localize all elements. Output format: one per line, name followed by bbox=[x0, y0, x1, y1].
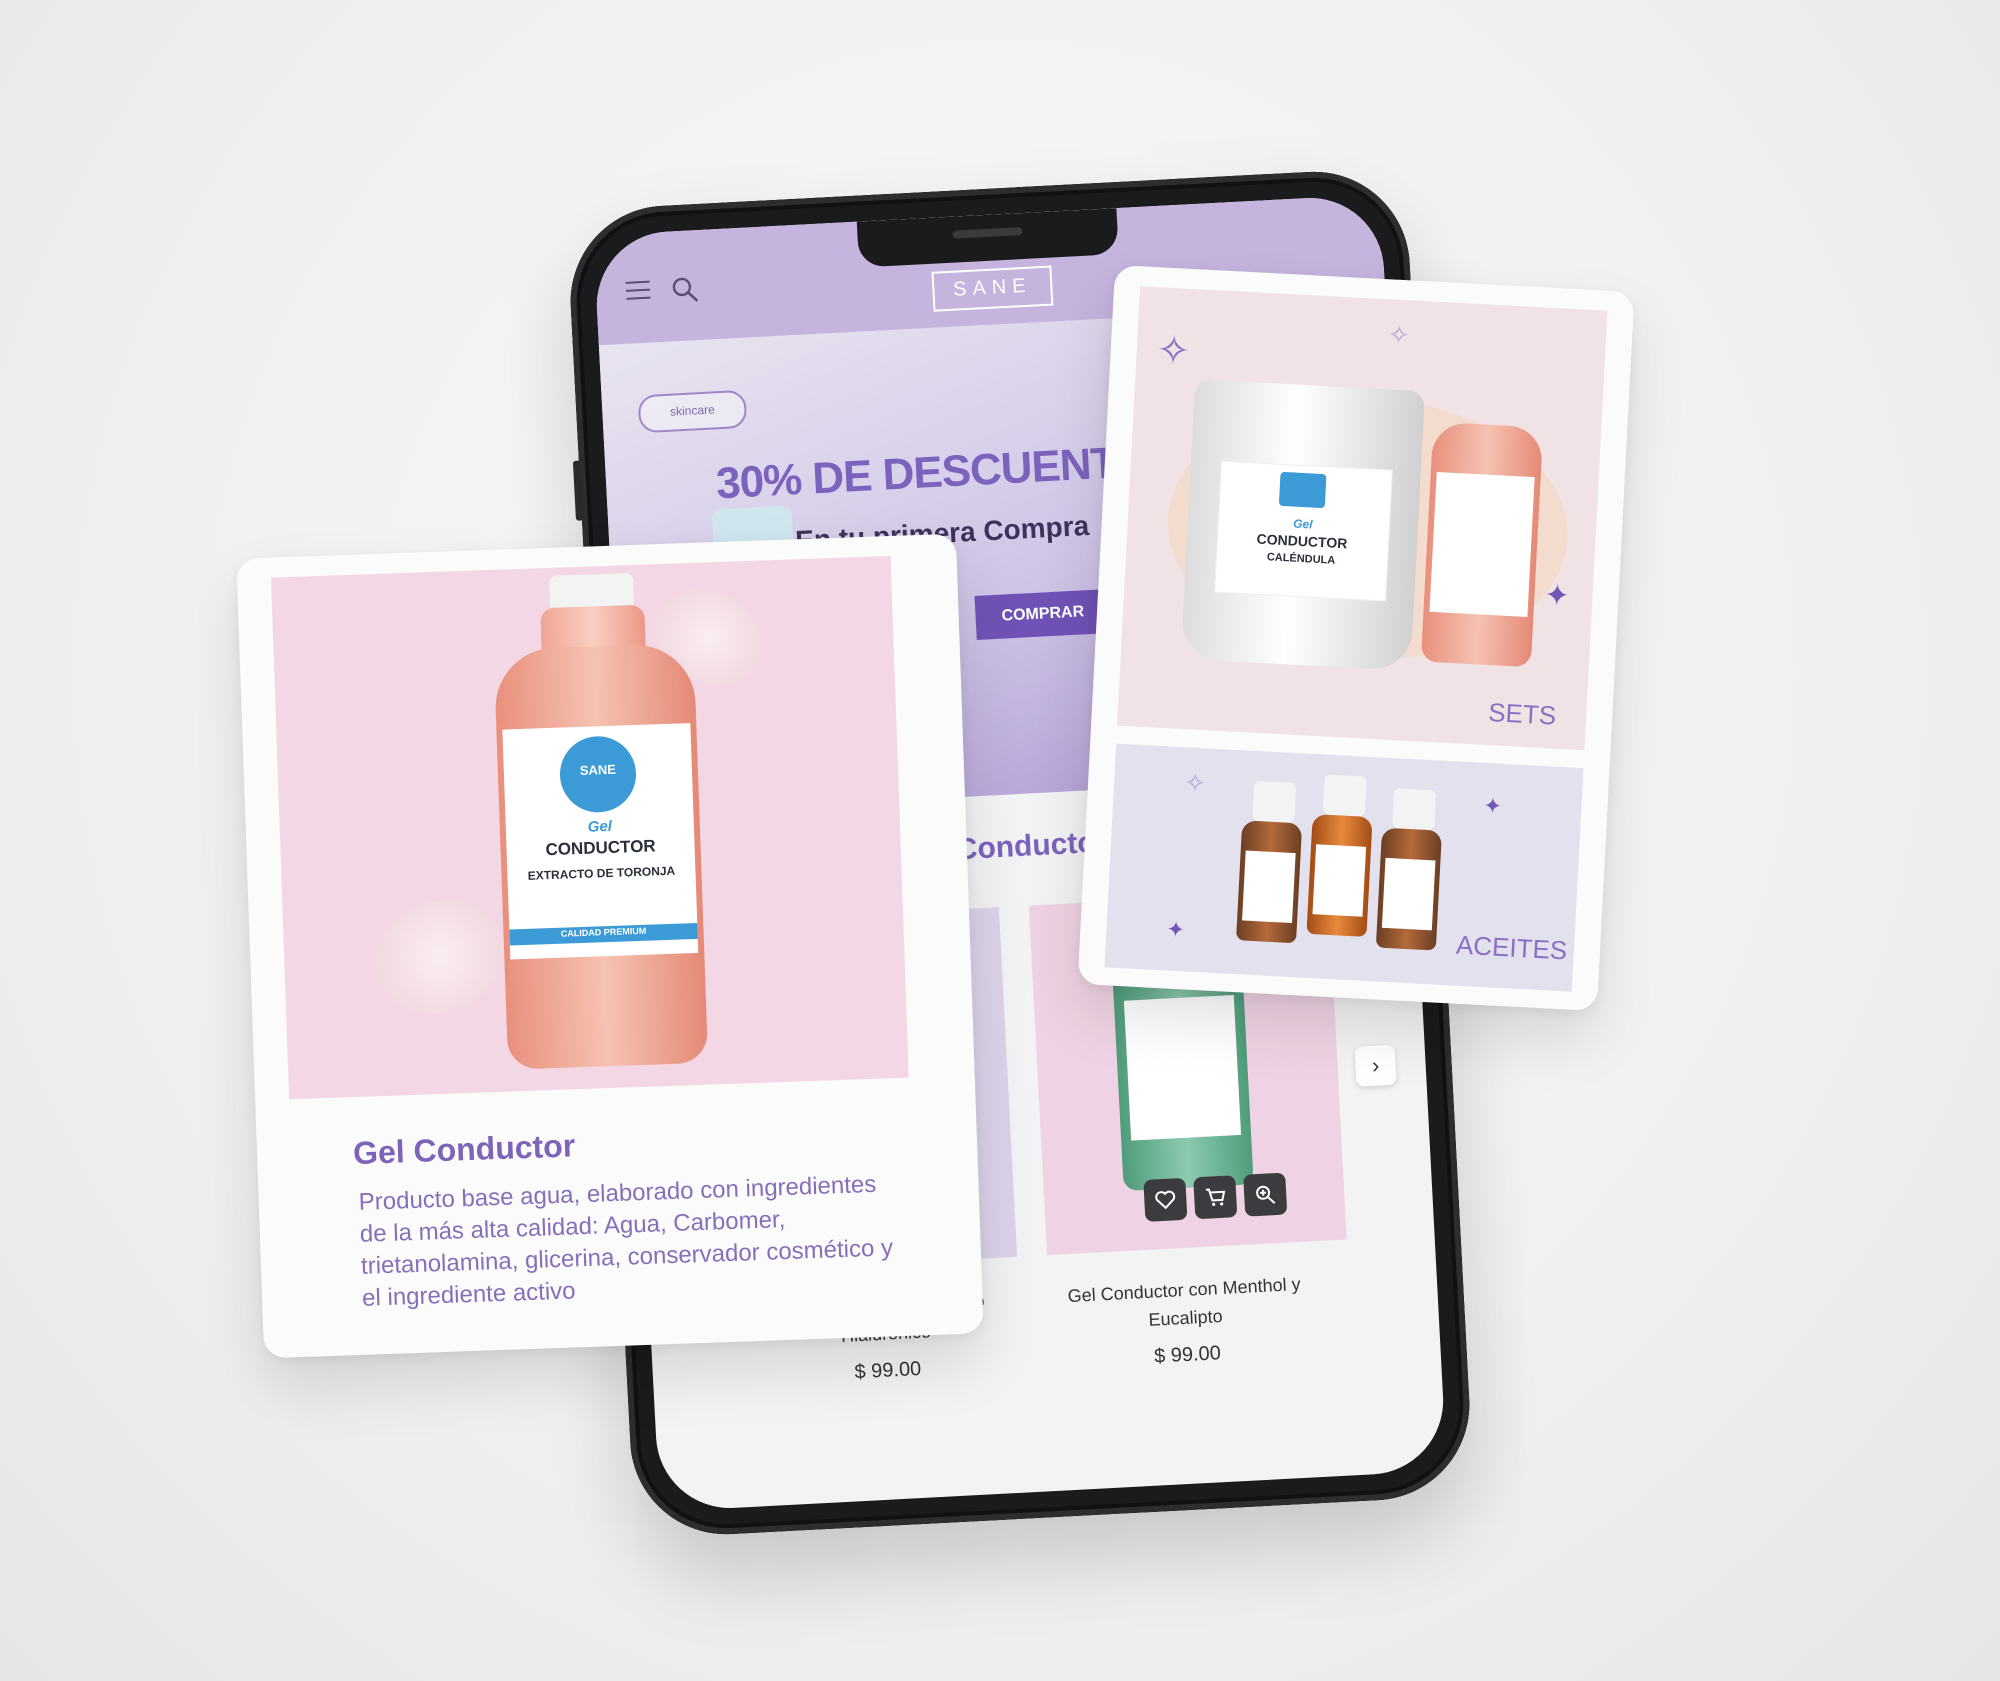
oil-cap bbox=[1252, 780, 1297, 828]
oil-cap bbox=[1391, 788, 1437, 835]
category-oils[interactable]: ✦ ✦ ✧ ACEITES bbox=[1104, 743, 1584, 992]
product-bottle-label bbox=[1123, 995, 1242, 1141]
skincare-pill[interactable]: skincare bbox=[637, 389, 748, 434]
heart-icon[interactable] bbox=[1143, 1177, 1188, 1222]
sparkle-icon: ✧ bbox=[1387, 319, 1411, 351]
hamburger-icon[interactable] bbox=[625, 280, 651, 300]
category-oils-label[interactable]: ACEITES bbox=[1455, 930, 1568, 967]
cart-icon[interactable] bbox=[1193, 1175, 1238, 1220]
sparkle-icon: ✦ bbox=[1482, 792, 1503, 819]
feature-description: Producto base agua, elaborado con ingred… bbox=[358, 1170, 894, 1312]
search-icon[interactable] bbox=[669, 274, 698, 303]
sparkle-icon: ✧ bbox=[1155, 328, 1192, 374]
product-price: $ 99.00 bbox=[1153, 1342, 1222, 1368]
hero-title: 30% DE DESCUENTO bbox=[714, 436, 1151, 509]
gel-smear bbox=[358, 881, 521, 1033]
product-price: $ 99.00 bbox=[854, 1357, 922, 1384]
feature-product-image: SANE Gel CONDUCTOR EXTRACTO DE TORONJA C… bbox=[270, 555, 909, 1100]
oil-label bbox=[1312, 844, 1367, 917]
bucket-brand-badge bbox=[1278, 471, 1327, 509]
feature-title: Gel Conductor bbox=[352, 1127, 576, 1172]
category-sets-label[interactable]: SETS bbox=[1487, 697, 1557, 732]
oil-label bbox=[1242, 850, 1296, 924]
oil-cap bbox=[1322, 774, 1367, 821]
feature-card[interactable]: SANE Gel CONDUCTOR EXTRACTO DE TORONJA C… bbox=[236, 533, 984, 1359]
product-name[interactable]: Gel Conductor con Menthol y Eucalipto bbox=[1059, 1269, 1312, 1338]
sparkle-icon: ✦ bbox=[1165, 916, 1186, 943]
category-sets[interactable]: Gel CONDUCTOR CALÉNDULA ✦ ✧ ✧ SETS bbox=[1117, 286, 1608, 751]
chevron-right-icon[interactable]: › bbox=[1354, 1044, 1397, 1087]
category-card: Gel CONDUCTOR CALÉNDULA ✦ ✧ ✧ SETS ✦ ✦ ✧… bbox=[1077, 264, 1635, 1012]
zoom-in-icon[interactable] bbox=[1243, 1172, 1288, 1217]
oil-label bbox=[1381, 857, 1436, 931]
sparkle-icon: ✦ bbox=[1543, 578, 1571, 614]
pink-bottle-label bbox=[1429, 472, 1535, 617]
sparkle-icon: ✧ bbox=[1183, 767, 1207, 799]
site-logo[interactable]: SANE bbox=[931, 265, 1054, 312]
